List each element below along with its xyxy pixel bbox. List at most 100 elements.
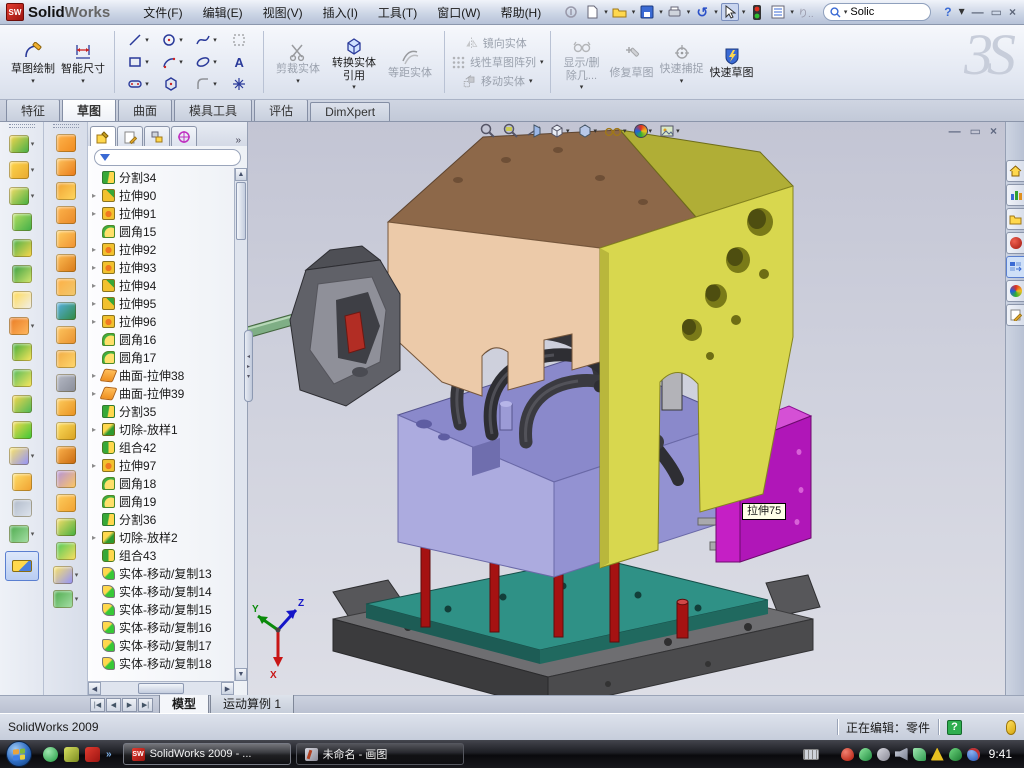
taskbar-window-button[interactable]: SW SolidWorks 2009 - ... [123, 743, 291, 765]
input-method-icon[interactable] [803, 749, 819, 760]
ruled-surface[interactable] [46, 419, 86, 443]
tree-item[interactable]: ▸ 圆角18 [92, 474, 247, 492]
scroll-down-button[interactable]: ▼ [235, 668, 247, 681]
document-tab[interactable]: 模型 [159, 693, 209, 713]
ellipse-tool[interactable]: ▾ [189, 54, 223, 70]
doc-close-button[interactable]: × [990, 124, 997, 138]
options-list-icon[interactable] [769, 3, 787, 21]
view-orientation-icon[interactable]: ▾ [549, 123, 570, 139]
menu-item[interactable]: 视图(V) [254, 1, 312, 24]
scroll-right-button[interactable]: ▶ [221, 682, 234, 695]
tree-item[interactable]: ▸ 切除-放样1 [92, 420, 247, 438]
text-tool[interactable] [223, 54, 257, 70]
taskbar-window-button[interactable]: 未命名 - 画图 [296, 743, 464, 765]
minimize-button[interactable]: — [972, 5, 984, 19]
part-slide-unit[interactable] [248, 246, 400, 406]
select-tool-icon[interactable] [721, 3, 739, 21]
select-region-tool[interactable] [223, 32, 257, 48]
scroll-up-button[interactable]: ▲ [235, 168, 247, 181]
reference-point-2[interactable] [46, 563, 86, 587]
display-style-icon[interactable]: ▾ [577, 123, 598, 139]
open-file-icon[interactable] [611, 3, 629, 21]
spline-tool[interactable]: ▾ [189, 32, 223, 48]
tray-network-icon[interactable] [913, 748, 926, 761]
ribbon-tab[interactable]: 模具工具 [174, 99, 252, 121]
start-button[interactable] [6, 741, 32, 767]
quicklaunch-chevron-icon[interactable]: » [106, 749, 112, 760]
tree-item[interactable]: ▸ 曲面-拉伸38 [92, 366, 247, 384]
tray-warning-icon[interactable] [931, 748, 944, 761]
tree-vertical-scrollbar[interactable]: ▲ ▼ [234, 168, 247, 681]
property-manager-tab[interactable] [117, 126, 143, 146]
configuration-manager-tab[interactable] [144, 126, 170, 146]
tree-item[interactable]: ▸ 实体-移动/复制17 [92, 636, 247, 654]
arc-tool[interactable]: ▾ [155, 54, 189, 70]
reference-point[interactable] [2, 443, 42, 469]
move-entities-button[interactable]: 移动实体 ▾ [462, 73, 533, 89]
menu-item[interactable]: 编辑(E) [194, 1, 252, 24]
next-tab-button[interactable]: ▶ [122, 698, 137, 712]
collapsed-toolbar-icon[interactable]: り.. [797, 3, 815, 21]
split[interactable] [2, 339, 42, 365]
search-box[interactable]: ▾ [823, 3, 931, 21]
document-tab[interactable]: 运动算例 1 [210, 693, 294, 713]
close-button[interactable]: × [1009, 5, 1016, 19]
ribbon-tab[interactable]: 曲面 [118, 99, 172, 121]
ribbon-tab[interactable]: DimXpert [310, 102, 390, 121]
untrim-surface[interactable] [46, 491, 86, 515]
tag-icon[interactable] [1006, 720, 1016, 735]
expand-arrow-icon[interactable]: ▸ [92, 263, 102, 272]
taskpane-file-explorer-icon[interactable] [1006, 208, 1024, 230]
trim-entities-button[interactable]: 剪裁实体 ▾ [270, 39, 326, 85]
expand-arrow-icon[interactable]: ▸ [92, 281, 102, 290]
last-tab-button[interactable]: ▶| [138, 698, 153, 712]
tree-item[interactable]: ▸ 拉伸94 [92, 276, 247, 294]
sketch-fillet-tool[interactable]: ▾ [189, 76, 223, 92]
combine-bodies[interactable] [2, 365, 42, 391]
reference-plane[interactable] [2, 469, 42, 495]
tree-item[interactable]: ▸ 圆角17 [92, 348, 247, 366]
extruded-cut[interactable] [2, 157, 42, 183]
menu-item[interactable]: 窗口(W) [428, 1, 489, 24]
planar-surface[interactable] [46, 275, 86, 299]
taskpane-appearances-icon[interactable] [1006, 280, 1024, 302]
tree-item[interactable]: ▸ 实体-移动/复制16 [92, 618, 247, 636]
extruded-boss[interactable] [2, 131, 42, 157]
point-tool[interactable] [223, 76, 257, 92]
extend-surface[interactable] [46, 299, 86, 323]
tree-item[interactable]: ▸ 曲面-拉伸39 [92, 384, 247, 402]
lofted-surface[interactable] [46, 179, 86, 203]
offset-entities-button[interactable]: 等距实体 [382, 43, 438, 82]
taskbar-clock[interactable]: 9:41 [985, 747, 1018, 761]
expand-arrow-icon[interactable]: ▸ [92, 191, 102, 200]
delete-face[interactable] [46, 371, 86, 395]
tray-volume-icon[interactable] [895, 748, 908, 761]
expand-arrow-icon[interactable]: ▸ [92, 533, 102, 542]
linear-sketch-pattern-button[interactable]: 线性草图阵列 ▾ [451, 54, 544, 70]
offset-surface[interactable] [46, 251, 86, 275]
panel-chevron-icon[interactable]: » [231, 135, 245, 146]
quick-snaps-button[interactable]: 快速捕捉 ▾ [657, 39, 707, 85]
menu-item[interactable]: 工具(T) [369, 1, 426, 24]
convert-entities-button[interactable]: 转换实体引用 ▾ [326, 33, 382, 91]
surface-flatten[interactable] [46, 467, 86, 491]
search-input[interactable] [850, 6, 920, 18]
featuremanager-tree-tab[interactable] [90, 126, 116, 146]
scrollbar-thumb[interactable] [236, 182, 246, 240]
menu-item[interactable]: 帮助(H) [492, 1, 551, 24]
boundary-surface[interactable] [46, 203, 86, 227]
taskpane-custom-properties-icon[interactable] [1006, 304, 1024, 326]
smart-dimension-button[interactable]: 智能尺寸 ▾ [58, 39, 108, 85]
tray-health-icon[interactable] [949, 748, 962, 761]
tray-antivirus-icon[interactable] [859, 748, 872, 761]
quicklaunch-messenger-icon[interactable] [43, 747, 58, 762]
expand-arrow-icon[interactable]: ▸ [92, 209, 102, 218]
curve[interactable] [2, 521, 42, 547]
swept-surface[interactable] [46, 131, 86, 155]
tree-item[interactable]: ▸ 拉伸93 [92, 258, 247, 276]
freeform[interactable] [46, 443, 86, 467]
toolbar-grip[interactable] [53, 124, 79, 128]
print-icon[interactable] [666, 3, 684, 21]
tree-item[interactable]: ▸ 分割34 [92, 168, 247, 186]
ribbon-tab[interactable]: 草图 [62, 98, 116, 121]
